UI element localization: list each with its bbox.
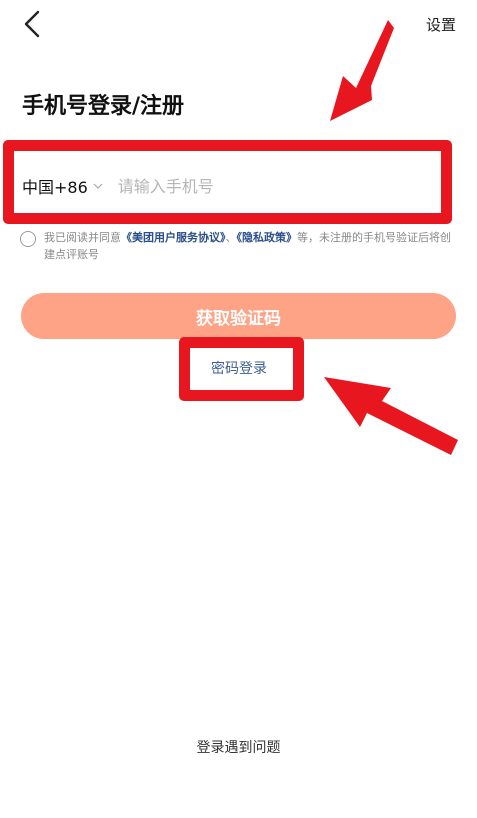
annotation-highlight-phone xyxy=(3,140,452,224)
agreement-text: 我已阅读并同意《美团用户服务协议》、《隐私政策》等，未注册的手机号验证后将创建点… xyxy=(44,229,456,263)
back-button[interactable] xyxy=(16,8,48,40)
annotation-arrows xyxy=(324,20,458,455)
login-page: 设置 手机号登录/注册 中国+86 我已阅读并同意《美团用户服务协议》、《隐私政… xyxy=(0,0,477,818)
agreement-checkbox[interactable] xyxy=(20,231,36,247)
login-problem-link[interactable]: 登录遇到问题 xyxy=(0,737,477,757)
annotation-highlight-password-login xyxy=(179,337,304,401)
user-agreement-link[interactable]: 《美团用户服务协议》 xyxy=(121,231,226,244)
settings-link[interactable]: 设置 xyxy=(426,14,456,35)
privacy-policy-link[interactable]: 《隐私政策》 xyxy=(237,231,298,244)
agreement-text-before: 我已阅读并同意 xyxy=(44,231,121,244)
agreement-row: 我已阅读并同意《美团用户服务协议》、《隐私政策》等，未注册的手机号验证后将创建点… xyxy=(20,229,460,263)
agreement-separator: 、 xyxy=(225,231,237,244)
annotation-arrow-top xyxy=(330,20,394,121)
annotation-arrow-bottom xyxy=(324,377,458,455)
get-verification-code-button[interactable]: 获取验证码 xyxy=(21,293,456,339)
chevron-left-icon xyxy=(24,10,40,38)
page-title: 手机号登录/注册 xyxy=(22,94,185,119)
